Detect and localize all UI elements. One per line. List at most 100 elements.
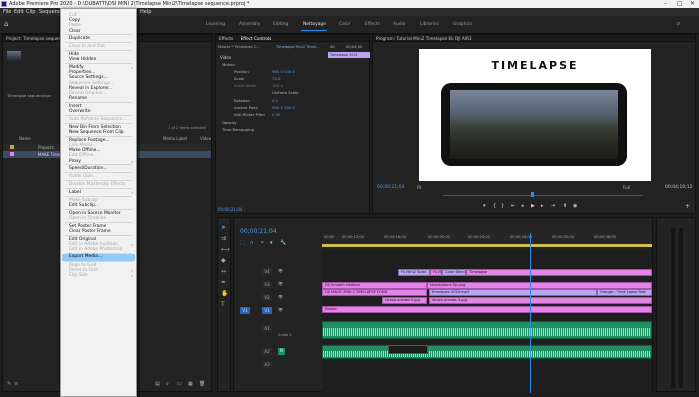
step-forward-icon[interactable]: ▸ xyxy=(541,203,544,209)
clip-v3-smartphone[interactable]: smartphone Ep.png xyxy=(427,282,652,289)
ec-row-motion[interactable]: Motion xyxy=(222,62,235,67)
menu-item-view-hidden[interactable]: View Hidden xyxy=(69,57,96,62)
mark-out-icon[interactable]: } xyxy=(501,203,504,209)
clip-v4-color-blend[interactable]: Color Blend xyxy=(442,269,466,276)
type-tool-icon[interactable]: T xyxy=(221,301,225,308)
menu-file[interactable]: File xyxy=(3,8,11,16)
menu-item-duplicate[interactable]: Duplicate xyxy=(69,36,90,41)
lift-icon[interactable]: ⬆ xyxy=(563,203,567,209)
ws-editing[interactable]: Editing xyxy=(273,22,288,27)
ec-position-value[interactable]: 960.0 540.0 xyxy=(272,69,295,74)
linked-selection-icon[interactable]: ⚭ xyxy=(260,240,264,246)
close-icon[interactable]: ✕ xyxy=(690,0,695,8)
menu-item-label[interactable]: Label xyxy=(69,190,81,195)
ec-clip-bar[interactable]: Timelapse 2021 xyxy=(328,52,370,58)
scrub-bar[interactable] xyxy=(443,195,643,196)
slip-tool-icon[interactable]: ↔ xyxy=(221,268,226,275)
home-icon[interactable]: ⌂ xyxy=(4,20,8,28)
minimize-icon[interactable]: – xyxy=(664,0,667,8)
program-monitor-tab[interactable]: Program: Tutorial Mini2 Timelapse Ek DJI… xyxy=(373,35,695,42)
ws-color[interactable]: Color xyxy=(339,22,350,27)
menu-help[interactable]: Help xyxy=(140,8,151,16)
quality-select[interactable]: Full xyxy=(623,185,630,190)
time-ruler[interactable]: 00;00 00;00;12;00 00;00;16;00 00;00;20;0… xyxy=(322,233,652,247)
col-name[interactable]: Name xyxy=(19,136,31,141)
ws-audio[interactable]: Audio xyxy=(393,22,405,27)
menu-clip[interactable]: Clip xyxy=(26,8,35,16)
new-bin-icon[interactable]: ▭ xyxy=(177,381,182,387)
selection-tool-icon[interactable]: ➤ xyxy=(221,224,226,231)
menu-item-export-media[interactable]: Export Media... xyxy=(62,254,135,261)
col-media-label[interactable]: Media Label xyxy=(163,136,187,141)
menu-item-proxy[interactable]: Proxy xyxy=(69,159,81,164)
program-timecode[interactable]: 00;00;21;04 xyxy=(377,185,404,190)
menu-item-clear[interactable]: Clear xyxy=(69,29,80,34)
menu-item-new-sequence-from-clip[interactable]: New Sequence From Clip xyxy=(69,130,124,135)
ws-graphics[interactable]: Graphics xyxy=(453,22,472,27)
audio-clip-a1[interactable] xyxy=(322,321,652,339)
track-label[interactable]: V2 xyxy=(262,294,272,301)
pencil-icon[interactable]: ✎ xyxy=(7,381,11,387)
list-view-icon[interactable]: ≡ xyxy=(14,381,18,387)
track-area[interactable]: Fx Mini2 Solar Fx Mini2 Color Blend Time… xyxy=(322,233,652,393)
playhead-line[interactable] xyxy=(530,233,531,393)
ws-libraries[interactable]: Libraries xyxy=(420,22,439,27)
pen-tool-icon[interactable]: ✒ xyxy=(221,279,226,286)
ripple-edit-icon[interactable]: ⟷ xyxy=(221,246,230,253)
settings-wrench-icon[interactable]: 🔧 xyxy=(280,240,286,246)
menu-item-edit-subclip[interactable]: Edit Subclip... xyxy=(69,203,99,208)
step-back-icon[interactable]: ◂ xyxy=(521,203,524,209)
track-label[interactable]: A3 xyxy=(262,361,272,368)
mark-in-icon[interactable]: { xyxy=(493,203,496,209)
trash-icon[interactable]: 🗑 xyxy=(199,381,205,387)
nest-icon[interactable]: ⬚ xyxy=(240,240,245,246)
tab-effect-controls[interactable]: Effect Controls xyxy=(241,36,272,41)
track-label[interactable]: V4 xyxy=(262,268,272,275)
track-label[interactable]: A1 xyxy=(262,325,272,332)
clip-v4-solar[interactable]: Fx Mini2 Solar xyxy=(398,269,430,276)
master-clip-label[interactable]: Master * Timelapse C... xyxy=(218,45,273,49)
ec-uniform-scale[interactable]: Uniform Scale xyxy=(272,90,299,95)
clip-v1-stroza-3[interactable]: stroza-arrowe-3.jpg xyxy=(429,297,652,304)
eye-icon[interactable]: 👁 xyxy=(278,294,283,299)
clip-v2-timelapse[interactable]: timelapse 2020.mp4 xyxy=(429,289,597,296)
playhead-marker[interactable] xyxy=(531,192,534,197)
col-video[interactable]: Video xyxy=(200,136,211,141)
export-frame-icon[interactable]: ◉ xyxy=(573,203,577,209)
track-label[interactable]: V1 xyxy=(262,307,272,314)
hand-tool-icon[interactable]: ✋ xyxy=(221,290,228,297)
menu-item-rename[interactable]: Rename xyxy=(69,96,87,101)
tab-effects[interactable]: Effects xyxy=(219,36,233,41)
ws-assembly[interactable]: Assembly xyxy=(239,22,260,27)
mute-button[interactable]: M xyxy=(278,348,285,355)
clip-v3-dji-rotation[interactable]: Dji Smooth rotation xyxy=(322,282,427,289)
menu-item-clear-poster-frame[interactable]: Clear Poster Frame xyxy=(69,229,111,234)
find-icon[interactable]: ⌕ xyxy=(166,381,169,387)
ws-nettoyage[interactable]: Nettoyage xyxy=(303,22,326,27)
timeline-timecode[interactable]: 00;00;21;04 xyxy=(240,228,277,235)
zoom-select[interactable]: Fit xyxy=(417,185,422,190)
ec-antiflicker-value[interactable]: 0.00 xyxy=(272,112,280,117)
play-icon[interactable]: ▶ xyxy=(531,203,535,209)
automate-icon[interactable]: ▤ xyxy=(155,381,160,387)
eye-icon[interactable]: 👁 xyxy=(278,307,283,312)
marker-icon[interactable]: ▾ xyxy=(483,203,486,209)
ws-effects[interactable]: Effects xyxy=(365,22,380,27)
menu-edit[interactable]: Edit xyxy=(14,8,24,16)
new-item-icon[interactable]: ▦ xyxy=(188,381,193,387)
track-select-icon[interactable]: ⇉ xyxy=(221,235,226,242)
maximize-icon[interactable]: □ xyxy=(677,0,683,8)
ec-scale-value[interactable]: 74.0 xyxy=(272,76,280,81)
track-label[interactable]: A2 xyxy=(262,348,272,355)
track-label[interactable]: V3 xyxy=(262,281,272,288)
ec-row-opacity[interactable]: Opacity xyxy=(222,120,237,125)
clip-v4-mini2[interactable]: Fx Mini2 xyxy=(430,269,442,276)
audio-clip-a2[interactable] xyxy=(322,345,652,359)
clip-v1-rotate[interactable]: Rotate xyxy=(322,306,652,313)
sequence-clip-label[interactable]: Timelapse Mini2 Timel... xyxy=(276,45,321,49)
ec-row-time-remap[interactable]: Time Remapping xyxy=(222,127,254,132)
program-video-frame[interactable]: TIMELAPSE xyxy=(419,49,651,181)
add-marker-icon[interactable]: ▾ xyxy=(270,240,273,246)
clip-v4-timelapse[interactable]: Timelapse xyxy=(466,269,652,276)
go-to-in-icon[interactable]: ⇤ xyxy=(511,203,515,209)
